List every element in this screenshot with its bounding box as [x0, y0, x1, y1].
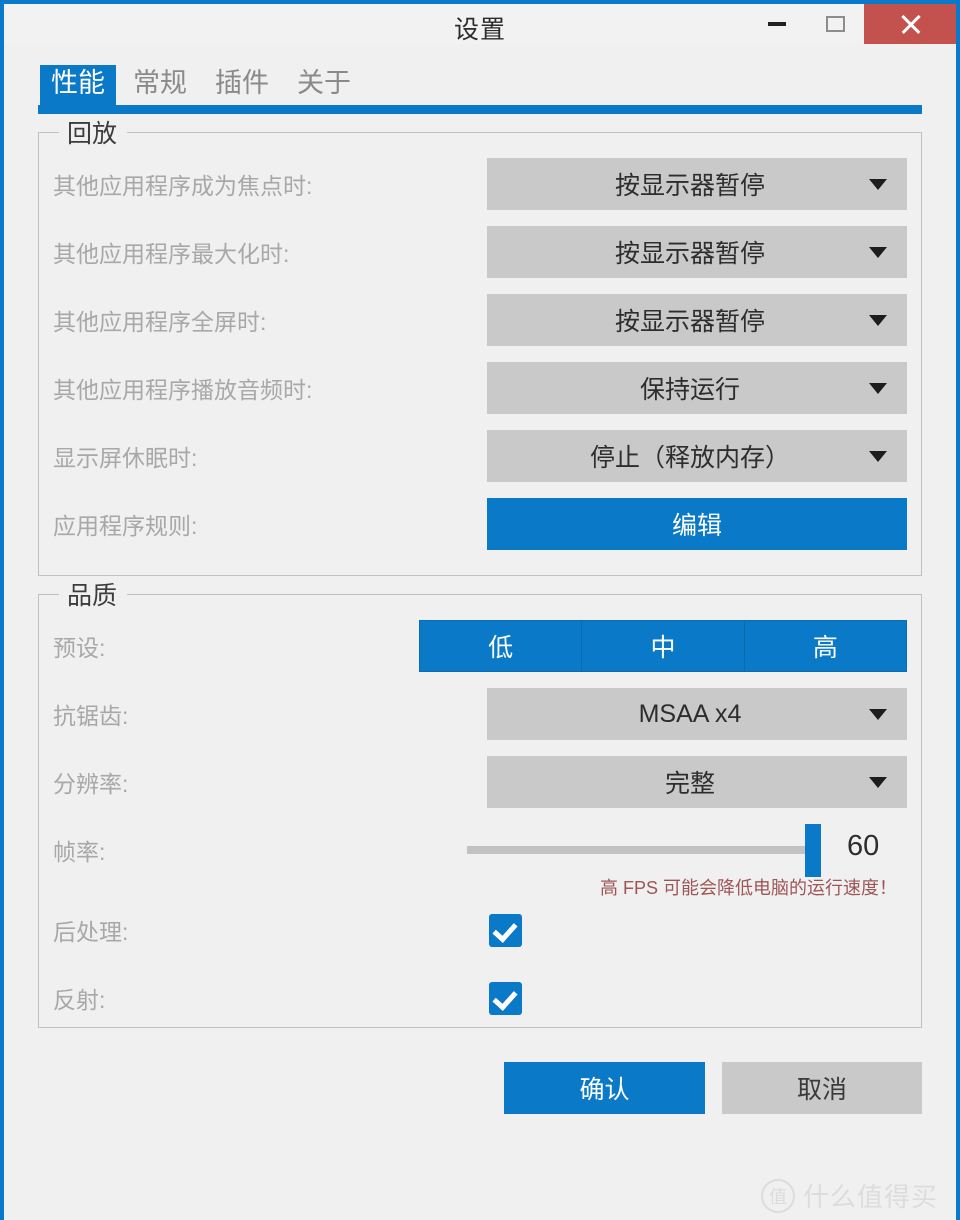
preset-segmented-control: 低 中 高: [419, 620, 907, 672]
dropdown-other-app-fullscreen[interactable]: 按显示器暂停: [487, 294, 907, 346]
dropdown-other-app-maximized[interactable]: 按显示器暂停: [487, 226, 907, 278]
dropdown-value-other-app-fullscreen: 按显示器暂停: [614, 308, 765, 336]
edit-app-rules-button[interactable]: 编辑: [487, 498, 907, 550]
preset-option-medium[interactable]: 中: [581, 621, 743, 671]
tab-performance[interactable]: 性能: [40, 64, 116, 105]
row-label-resolution: 分辨率:: [53, 771, 129, 797]
chevron-down-icon: [869, 382, 887, 394]
window-controls: [748, 4, 956, 44]
row-other-app-maximized: 其他应用程序最大化时: 按显示器暂停: [53, 218, 907, 286]
row-label-other-app-focus: 其他应用程序成为焦点时:: [53, 173, 313, 199]
framerate-warning-row: 高 FPS 可能会降低电脑的运行速度！: [53, 874, 907, 898]
tab-active-underline: [38, 105, 922, 114]
framerate-warning-text: 高 FPS 可能会降低电脑的运行速度！: [599, 878, 897, 898]
tab-general[interactable]: 常规: [122, 65, 198, 105]
quality-group: 品质 预设: 低 中 高 抗锯齿: MSAA x4 分辨率: 完整 帧率: 60…: [38, 576, 922, 1028]
preset-option-low[interactable]: 低: [420, 621, 581, 671]
settings-window: 设置 性能 常规 插件 关于 回放 其他应用程序成为焦点时: 按显示器暂停 其他…: [0, 0, 960, 1220]
row-label-other-app-audio: 其他应用程序播放音频时:: [53, 377, 313, 403]
row-label-preset: 预设:: [53, 635, 106, 661]
framerate-slider-thumb[interactable]: [805, 824, 821, 877]
row-antialias: 抗锯齿: MSAA x4: [53, 680, 907, 748]
row-other-app-fullscreen: 其他应用程序全屏时: 按显示器暂停: [53, 286, 907, 354]
minimize-button[interactable]: [748, 4, 806, 44]
dropdown-value-display-sleep: 停止（释放内存）: [589, 444, 790, 472]
watermark: 值 什么值得买: [760, 1177, 938, 1214]
dropdown-antialias[interactable]: MSAA x4: [487, 688, 907, 740]
dropdown-other-app-focus[interactable]: 按显示器暂停: [487, 158, 907, 210]
preset-option-high[interactable]: 高: [743, 621, 906, 671]
dropdown-value-other-app-audio: 保持运行: [639, 376, 740, 404]
row-postprocessing: 后处理:: [53, 896, 907, 964]
chevron-down-icon: [869, 708, 887, 720]
row-label-reflection: 反射:: [53, 987, 106, 1013]
row-resolution: 分辨率: 完整: [53, 748, 907, 816]
dropdown-other-app-audio[interactable]: 保持运行: [487, 362, 907, 414]
framerate-slider[interactable]: 60: [419, 824, 907, 877]
row-reflection: 反射:: [53, 964, 907, 1032]
dropdown-display-sleep[interactable]: 停止（释放内存）: [487, 430, 907, 482]
dropdown-value-other-app-focus: 按显示器暂停: [614, 172, 765, 200]
dropdown-value-other-app-maximized: 按显示器暂停: [614, 240, 765, 268]
dropdown-value-antialias: MSAA x4: [638, 699, 742, 728]
row-label-other-app-fullscreen: 其他应用程序全屏时:: [53, 309, 267, 335]
framerate-value: 60: [847, 830, 880, 862]
row-label-framerate: 帧率:: [53, 839, 106, 865]
close-icon: [899, 13, 921, 35]
chevron-down-icon: [869, 314, 887, 326]
row-other-app-focus: 其他应用程序成为焦点时: 按显示器暂停: [53, 150, 907, 218]
row-other-app-audio: 其他应用程序播放音频时: 保持运行: [53, 354, 907, 422]
close-button[interactable]: [864, 4, 956, 44]
cancel-button[interactable]: 取消: [722, 1062, 922, 1114]
dropdown-resolution[interactable]: 完整: [487, 756, 907, 808]
row-label-other-app-maximized: 其他应用程序最大化时:: [53, 241, 290, 267]
dialog-footer: 确认 取消: [4, 1062, 956, 1114]
row-label-display-sleep: 显示屏休眠时:: [53, 445, 198, 471]
row-label-antialias: 抗锯齿:: [53, 703, 129, 729]
row-display-sleep: 显示屏休眠时: 停止（释放内存）: [53, 422, 907, 490]
row-app-rules: 应用程序规则: 编辑: [53, 490, 907, 558]
maximize-icon: [825, 16, 845, 32]
chevron-down-icon: [869, 178, 887, 190]
watermark-text: 什么值得买: [802, 1182, 938, 1212]
tab-bar: 性能 常规 插件 关于: [4, 44, 956, 114]
playback-group-legend: 回放: [67, 120, 118, 148]
framerate-slider-track[interactable]: [467, 846, 812, 854]
row-label-app-rules: 应用程序规则:: [53, 513, 198, 539]
title-bar: 设置: [4, 4, 956, 44]
settings-content: 回放 其他应用程序成为焦点时: 按显示器暂停 其他应用程序最大化时: 按显示器暂…: [4, 114, 956, 1028]
chevron-down-icon: [869, 246, 887, 258]
tab-about[interactable]: 关于: [286, 65, 362, 105]
watermark-badge-icon: 值: [760, 1178, 795, 1213]
maximize-button[interactable]: [806, 4, 864, 44]
tab-plugins[interactable]: 插件: [204, 65, 280, 105]
dropdown-value-resolution: 完整: [664, 770, 715, 798]
row-preset: 预设: 低 中 高: [53, 612, 907, 680]
chevron-down-icon: [869, 450, 887, 462]
checkbox-reflection[interactable]: [489, 981, 522, 1015]
chevron-down-icon: [869, 776, 887, 788]
minimize-icon: [768, 22, 786, 26]
checkbox-postprocessing[interactable]: [489, 913, 522, 947]
confirm-button[interactable]: 确认: [504, 1062, 705, 1114]
row-label-postprocessing: 后处理:: [53, 919, 129, 945]
playback-group: 回放 其他应用程序成为焦点时: 按显示器暂停 其他应用程序最大化时: 按显示器暂…: [38, 114, 922, 576]
quality-group-legend: 品质: [67, 582, 118, 610]
